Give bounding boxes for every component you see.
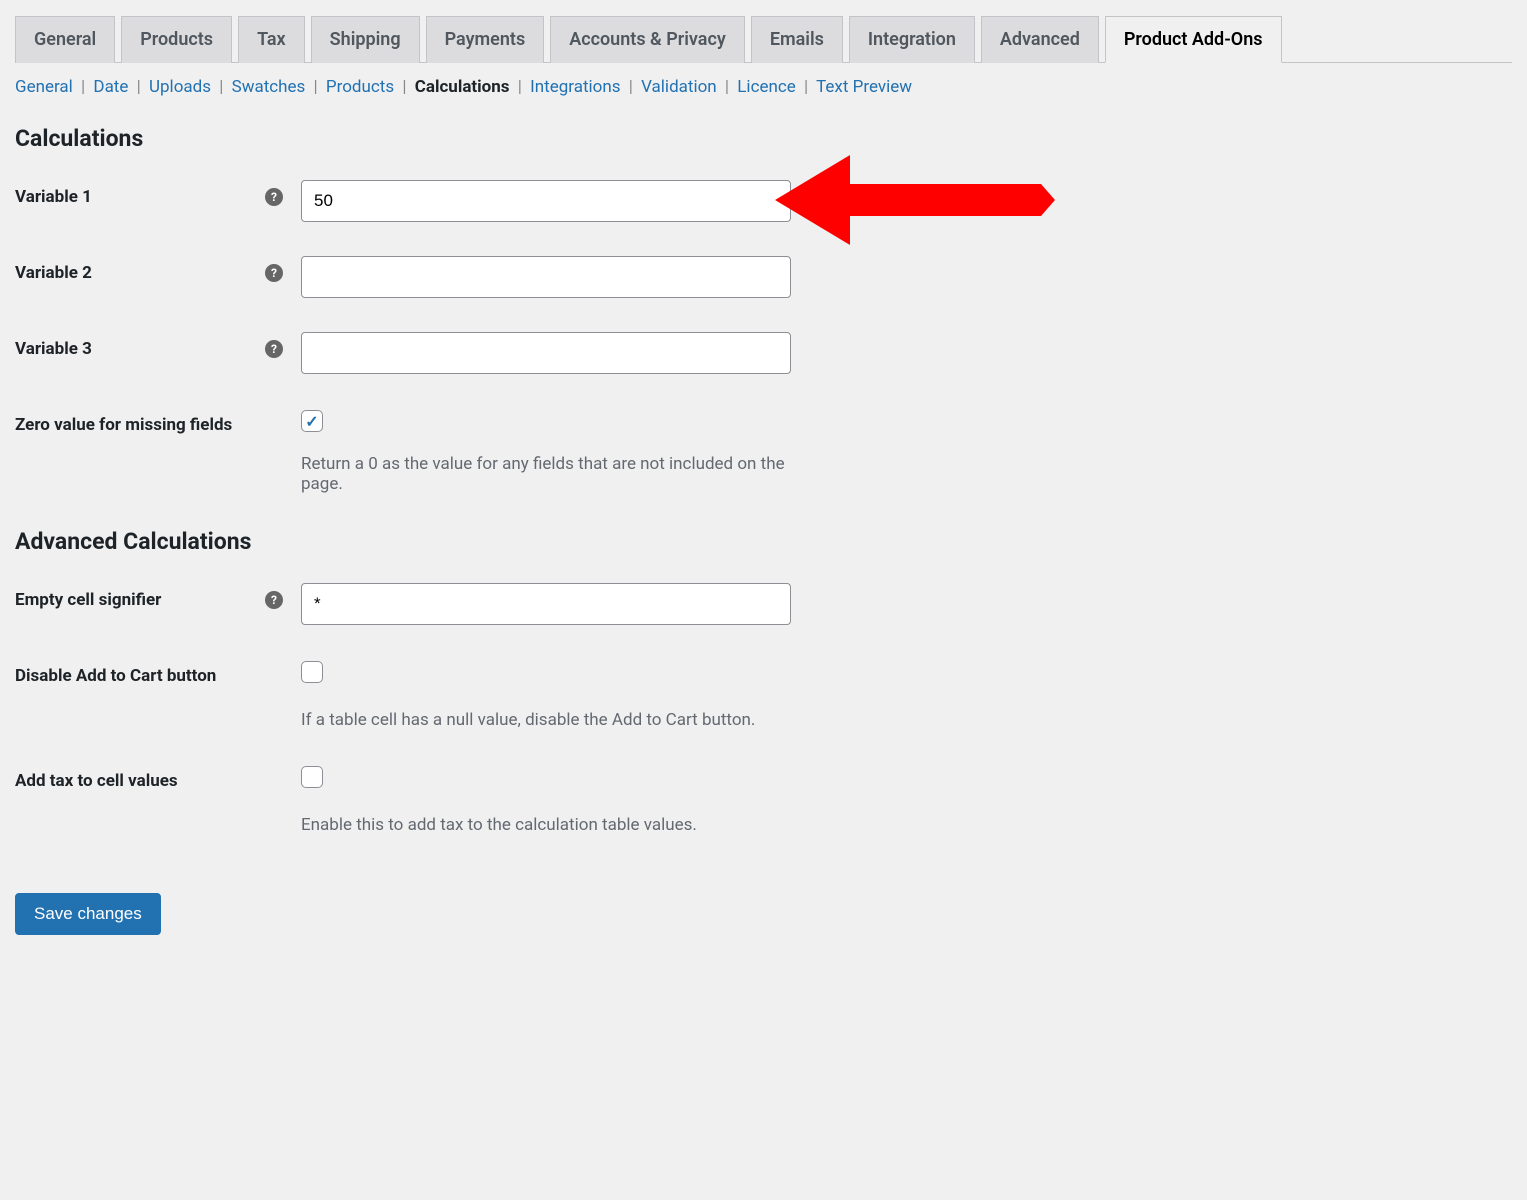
subnav-general[interactable]: General — [15, 77, 73, 97]
input-variable-2[interactable] — [301, 256, 791, 298]
input-empty-cell[interactable] — [301, 583, 791, 625]
row-empty-cell: Empty cell signifier ? — [15, 583, 1512, 625]
label-disable-cart: Disable Add to Cart button — [15, 666, 216, 686]
row-variable-2: Variable 2 ? — [15, 256, 1512, 298]
desc-disable-cart: If a table cell has a null value, disabl… — [301, 710, 791, 730]
tab-general[interactable]: General — [15, 16, 115, 63]
sub-nav: General | Date | Uploads | Swatches | Pr… — [15, 77, 1512, 97]
tab-tax[interactable]: Tax — [238, 16, 305, 63]
tab-integration[interactable]: Integration — [849, 16, 975, 63]
label-variable-1: Variable 1 — [15, 187, 92, 207]
tab-payments[interactable]: Payments — [426, 16, 545, 63]
annotation-arrow-icon — [775, 140, 1055, 260]
tab-advanced[interactable]: Advanced — [981, 16, 1099, 63]
tab-emails[interactable]: Emails — [751, 16, 843, 63]
save-button[interactable]: Save changes — [15, 893, 161, 935]
help-icon[interactable]: ? — [265, 591, 283, 609]
checkbox-disable-cart[interactable] — [301, 661, 323, 683]
subnav-products[interactable]: Products — [326, 77, 394, 97]
label-variable-2: Variable 2 — [15, 263, 92, 283]
separator: | — [81, 77, 85, 97]
subnav-validation[interactable]: Validation — [641, 77, 717, 97]
subnav-swatches[interactable]: Swatches — [232, 77, 306, 97]
checkbox-zero-value[interactable] — [301, 410, 323, 432]
subnav-date[interactable]: Date — [93, 77, 128, 97]
separator: | — [402, 77, 406, 97]
help-icon[interactable]: ? — [265, 188, 283, 206]
help-icon[interactable]: ? — [265, 340, 283, 358]
section-heading-calculations: Calculations — [15, 125, 1512, 152]
subnav-licence[interactable]: Licence — [737, 77, 796, 97]
row-add-tax: Add tax to cell values Enable this to ad… — [15, 764, 1512, 835]
desc-add-tax: Enable this to add tax to the calculatio… — [301, 815, 791, 835]
checkbox-add-tax[interactable] — [301, 766, 323, 788]
tab-accounts-privacy[interactable]: Accounts & Privacy — [550, 16, 745, 63]
separator: | — [804, 77, 808, 97]
separator: | — [314, 77, 318, 97]
subnav-uploads[interactable]: Uploads — [149, 77, 211, 97]
separator: | — [219, 77, 223, 97]
primary-tabs: General Products Tax Shipping Payments A… — [15, 15, 1512, 63]
separator: | — [725, 77, 729, 97]
desc-zero-value: Return a 0 as the value for any fields t… — [301, 454, 791, 494]
help-icon[interactable]: ? — [265, 264, 283, 282]
row-variable-1: Variable 1 ? — [15, 180, 1512, 222]
tab-shipping[interactable]: Shipping — [311, 16, 420, 63]
separator: | — [629, 77, 633, 97]
section-heading-advanced: Advanced Calculations — [15, 528, 1512, 555]
tab-product-add-ons[interactable]: Product Add-Ons — [1105, 16, 1282, 63]
tab-products[interactable]: Products — [121, 16, 232, 63]
label-variable-3: Variable 3 — [15, 339, 92, 359]
separator: | — [137, 77, 141, 97]
row-zero-value: Zero value for missing fields Return a 0… — [15, 408, 1512, 494]
subnav-text-preview[interactable]: Text Preview — [816, 77, 912, 97]
input-variable-3[interactable] — [301, 332, 791, 374]
row-disable-cart: Disable Add to Cart button If a table ce… — [15, 659, 1512, 730]
input-variable-1[interactable] — [301, 180, 791, 222]
label-empty-cell: Empty cell signifier — [15, 590, 161, 610]
label-add-tax: Add tax to cell values — [15, 771, 178, 791]
subnav-calculations[interactable]: Calculations — [415, 77, 510, 97]
row-variable-3: Variable 3 ? — [15, 332, 1512, 374]
subnav-integrations[interactable]: Integrations — [530, 77, 620, 97]
separator: | — [518, 77, 522, 97]
label-zero-value: Zero value for missing fields — [15, 415, 232, 435]
